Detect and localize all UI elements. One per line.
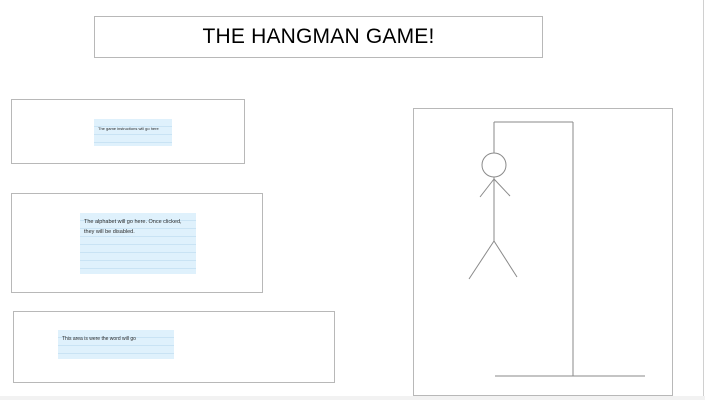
hangman-head <box>481 152 507 178</box>
page-edge-divider <box>703 0 704 400</box>
page-bottom-edge <box>0 396 705 400</box>
instructions-note: The game instructions will go here <box>94 119 172 146</box>
hangman-left-leg <box>468 240 495 280</box>
instructions-panel: The game instructions will go here <box>11 99 245 164</box>
word-note: This area is were the word will go <box>58 330 174 359</box>
hangman-right-arm <box>493 178 511 197</box>
hangman-right-leg <box>493 240 518 278</box>
word-panel: This area is were the word will go <box>13 311 335 383</box>
alphabet-panel: The alphabet will go here. Once clicked,… <box>11 193 263 293</box>
hangman-left-arm <box>479 178 495 198</box>
page-title: THE HANGMAN GAME! <box>202 25 435 48</box>
hangman-drawing-panel <box>413 108 673 396</box>
title-banner: THE HANGMAN GAME! <box>94 16 543 58</box>
hangman-drawing <box>468 121 645 377</box>
alphabet-note: The alphabet will go here. Once clicked,… <box>80 213 196 274</box>
